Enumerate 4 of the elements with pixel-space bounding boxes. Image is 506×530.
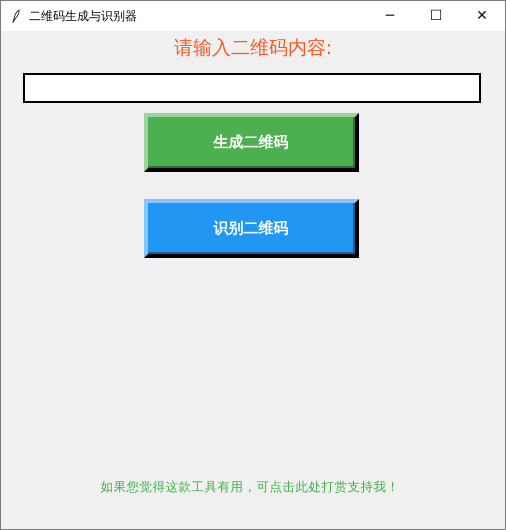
input-field[interactable] bbox=[23, 73, 481, 103]
window-title: 二维码生成与识别器 bbox=[29, 8, 137, 24]
feather-icon bbox=[11, 8, 20, 24]
prompt-label: 请输入二维码内容: bbox=[174, 36, 332, 61]
